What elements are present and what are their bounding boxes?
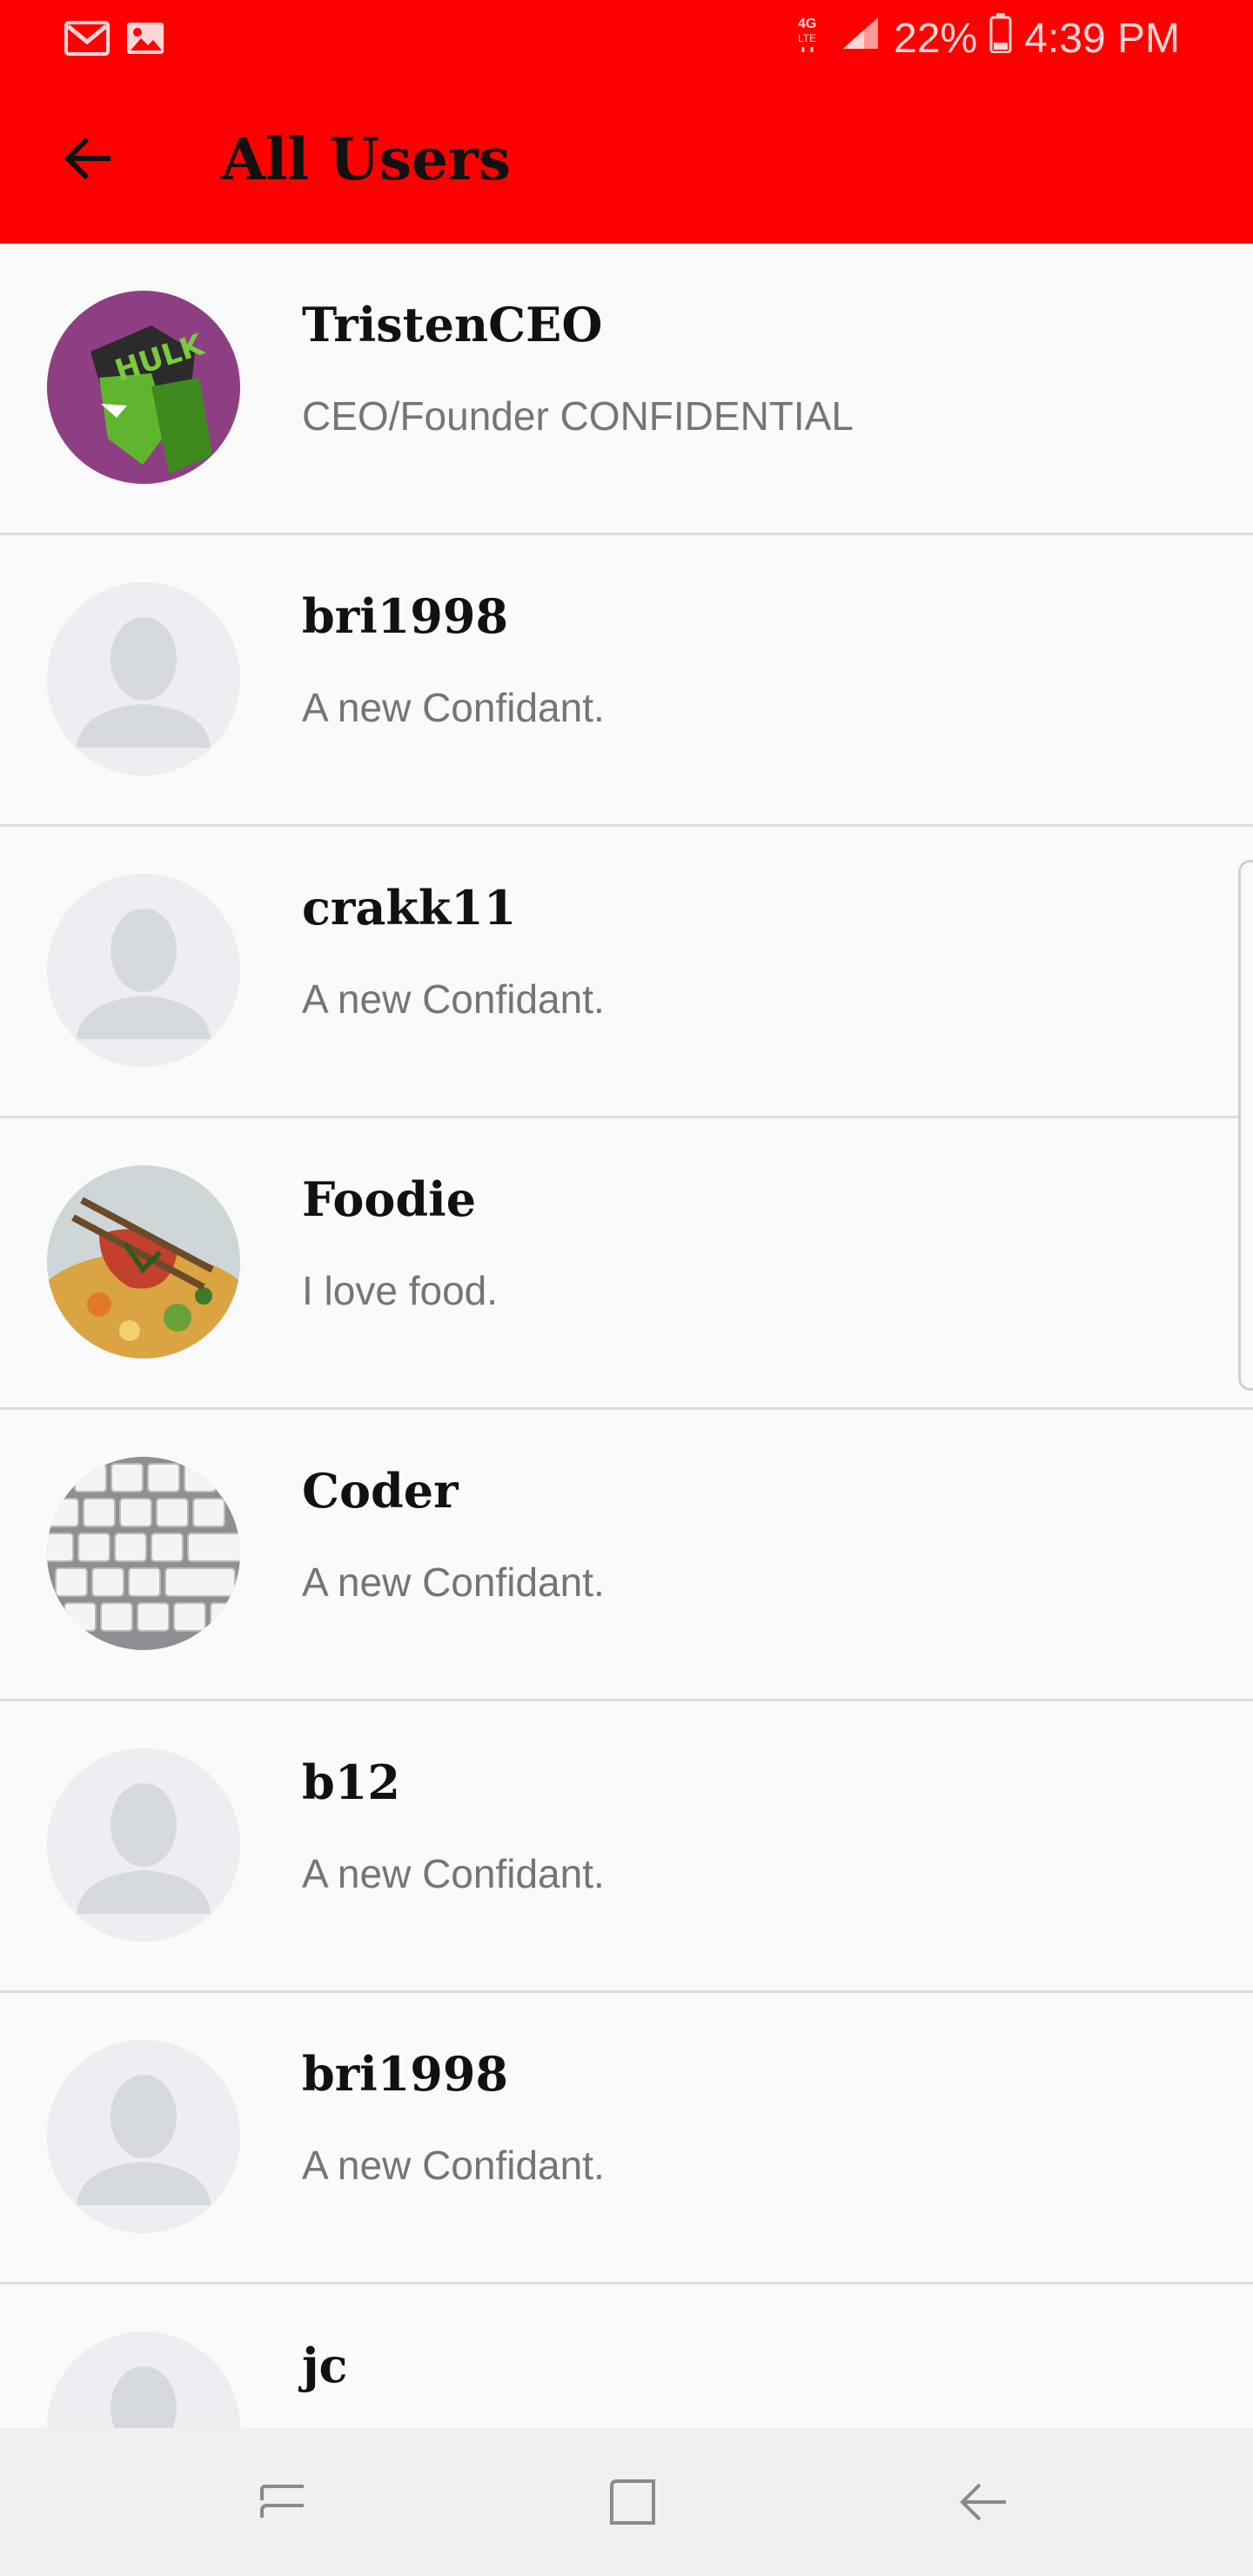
food-avatar — [47, 1165, 240, 1358]
user-name: bri1998 — [302, 2046, 509, 2102]
status-right: 4G LTE 22% 4:39 PM — [796, 12, 1180, 64]
user-row[interactable]: b12 A new Confidant. — [0, 1701, 1253, 1993]
svg-text:4G: 4G — [798, 17, 816, 31]
default-avatar — [47, 874, 240, 1067]
user-row[interactable]: bri1998 A new Confidant. — [0, 535, 1253, 827]
user-status: A new Confidant. — [302, 976, 605, 1022]
svg-text:LTE: LTE — [798, 32, 816, 44]
user-status: I love food. — [302, 1268, 499, 1313]
keyboard-avatar — [47, 1457, 240, 1650]
user-status: CEO/Founder CONFIDENTIAL — [302, 393, 854, 439]
user-name: TristenCEO — [302, 297, 603, 352]
notification-icons — [64, 19, 165, 62]
user-name: jc — [302, 2338, 348, 2393]
page-title: All Users — [221, 125, 511, 193]
user-row[interactable]: HULK TristenCEO CEO/Founder CONFIDENTIAL — [0, 244, 1253, 535]
default-avatar — [47, 1748, 240, 1942]
user-status: A new Confidant. — [302, 2143, 605, 2188]
back-arrow-icon — [960, 2483, 1006, 2521]
battery-icon — [989, 13, 1012, 64]
app-bar: All Users — [0, 75, 1253, 244]
back-button[interactable] — [49, 120, 125, 197]
hulk-avatar: HULK — [47, 291, 240, 484]
user-name: Foodie — [302, 1171, 477, 1227]
user-status: A new Confidant. — [302, 1560, 605, 1605]
user-row[interactable]: jc — [0, 2284, 1253, 2428]
user-row[interactable]: Coder A new Confidant. — [0, 1410, 1253, 1701]
recent-apps-button[interactable] — [244, 2463, 322, 2541]
user-name: bri1998 — [302, 588, 509, 644]
user-name: b12 — [302, 1754, 400, 1810]
user-row[interactable]: crakk11 A new Confidant. — [0, 827, 1253, 1118]
status-bar: 4G LTE 22% 4:39 PM — [0, 0, 1253, 75]
user-list[interactable]: HULK TristenCEO CEO/Founder CONFIDENTIAL… — [0, 244, 1253, 2428]
default-avatar — [47, 2040, 240, 2233]
user-name: crakk11 — [302, 880, 517, 936]
clock: 4:39 PM — [1024, 15, 1180, 62]
recent-apps-icon — [260, 2485, 304, 2518]
default-avatar — [47, 582, 240, 775]
user-row[interactable]: Foodie I love food. — [0, 1118, 1253, 1410]
system-nav-bar — [0, 2428, 1253, 2576]
user-status: A new Confidant. — [302, 685, 605, 730]
gmail-icon — [64, 19, 110, 62]
home-square-icon — [610, 2479, 655, 2525]
system-back-button[interactable] — [944, 2463, 1022, 2541]
default-avatar — [47, 2331, 240, 2428]
signal-icon — [840, 14, 881, 63]
arrow-left-icon — [64, 137, 111, 180]
user-status: A new Confidant. — [302, 1851, 605, 1896]
user-row[interactable]: bri1998 A new Confidant. — [0, 1993, 1253, 2284]
home-button[interactable] — [593, 2463, 672, 2541]
battery-percent: 22% — [894, 15, 978, 62]
scroll-handle[interactable] — [1238, 860, 1253, 1391]
user-name: Coder — [302, 1463, 459, 1519]
image-icon — [125, 19, 165, 62]
network-icon: 4G LTE — [796, 12, 828, 64]
